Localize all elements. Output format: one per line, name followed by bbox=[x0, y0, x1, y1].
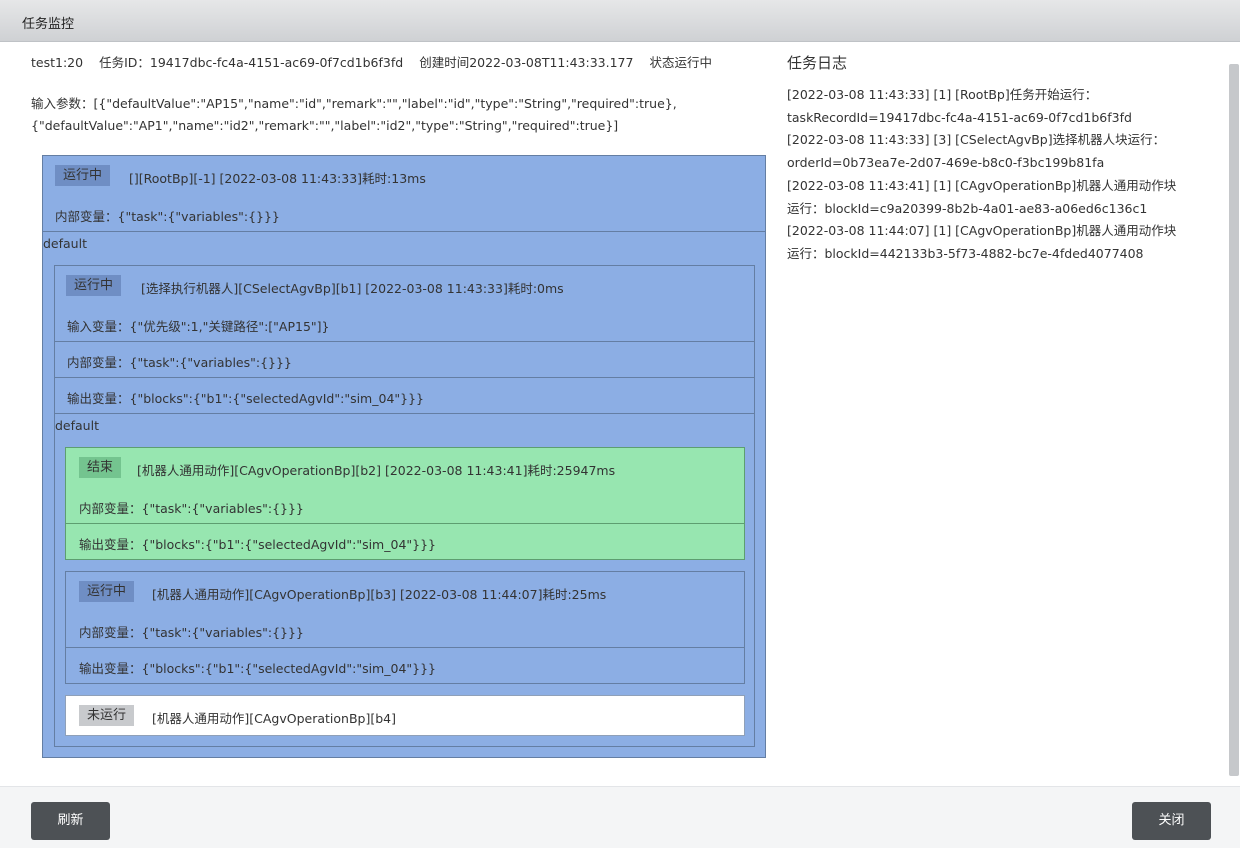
output-variables: 输出变量：{"blocks":{"b1":{"selectedAgvId":"s… bbox=[67, 391, 425, 406]
close-button[interactable]: 关闭 bbox=[1132, 802, 1211, 840]
task-input-params: 输入参数：[{"defaultValue":"AP15","name":"id"… bbox=[31, 93, 771, 137]
log-line: [2022-03-08 11:44:07] [1] [CAgvOperation… bbox=[787, 223, 1177, 239]
refresh-button[interactable]: 刷新 bbox=[31, 802, 110, 840]
log-line: [2022-03-08 11:43:33] [1] [RootBp]任务开始运行… bbox=[787, 87, 1098, 102]
internal-variables: 内部变量：{"task":{"variables":{}}} bbox=[55, 209, 280, 224]
log-line: 运行：blockId=442133b3-5f73-4882-bc7e-4fded… bbox=[787, 245, 1144, 261]
block-b1: 运行中 [选择执行机器人][CSelectAgvBp][b1] [2022-03… bbox=[54, 265, 755, 747]
task-log-title: 任务日志 bbox=[787, 54, 848, 72]
status-badge: 未运行 bbox=[79, 705, 135, 726]
block-b1-output: 输出变量：{"blocks":{"b1":{"selectedAgvId":"s… bbox=[55, 378, 754, 414]
branch-label: default bbox=[43, 236, 87, 251]
task-log: [2022-03-08 11:43:33] [1] [RootBp]任务开始运行… bbox=[787, 84, 1207, 266]
task-name: test1:20 bbox=[31, 55, 84, 70]
log-line: [2022-03-08 11:43:33] [3] [CSelectAgvBp]… bbox=[787, 132, 1166, 148]
log-line: orderId=0b73ea7e-2d07-469e-b8c0-f3bc199b… bbox=[787, 155, 1105, 171]
block-b2: 结束 [机器人通用动作][CAgvOperationBp][b2] [2022-… bbox=[65, 447, 745, 560]
block-title: [][RootBp][-1] [2022-03-08 11:43:33]耗时:1… bbox=[129, 171, 426, 186]
block-b2-header: 结束 [机器人通用动作][CAgvOperationBp][b2] [2022-… bbox=[66, 448, 744, 524]
footer-bar: 刷新 关闭 bbox=[0, 786, 1240, 848]
block-b1-header: 运行中 [选择执行机器人][CSelectAgvBp][b1] [2022-03… bbox=[55, 266, 754, 342]
log-line: [2022-03-08 11:43:41] [1] [CAgvOperation… bbox=[787, 177, 1177, 193]
output-variables: 输出变量：{"blocks":{"b1":{"selectedAgvId":"s… bbox=[79, 661, 437, 676]
internal-variables: 内部变量：{"task":{"variables":{}}} bbox=[67, 355, 292, 370]
status-badge: 运行中 bbox=[66, 275, 122, 296]
log-line: 运行：blockId=c9a20399-8b2b-4a01-ae83-a06ed… bbox=[787, 200, 1148, 216]
block-b3: 运行中 [机器人通用动作][CAgvOperationBp][b3] [2022… bbox=[65, 571, 745, 684]
status-badge: 结束 bbox=[79, 457, 122, 478]
block-b4: 未运行 [机器人通用动作][CAgvOperationBp][b4] bbox=[65, 695, 745, 736]
vertical-scrollbar[interactable] bbox=[1229, 64, 1239, 776]
root-block-header: 运行中 [][RootBp][-1] [2022-03-08 11:43:33]… bbox=[43, 156, 765, 232]
block-title: [机器人通用动作][CAgvOperationBp][b4] bbox=[152, 711, 396, 726]
window-title: 任务监控 bbox=[22, 17, 75, 32]
log-line: taskRecordId=19417dbc-fc4a-4151-ac69-0f7… bbox=[787, 109, 1132, 125]
task-info-line: test1:20 任务ID：19417dbc-fc4a-4151-ac69-0f… bbox=[31, 52, 771, 71]
params-line-2: {"defaultValue":"AP1","name":"id2","rema… bbox=[31, 118, 619, 133]
internal-variables: 内部变量：{"task":{"variables":{}}} bbox=[79, 501, 304, 516]
block-title: [机器人通用动作][CAgvOperationBp][b3] [2022-03-… bbox=[152, 587, 607, 602]
block-title: [选择执行机器人][CSelectAgvBp][b1] [2022-03-08 … bbox=[141, 281, 564, 296]
task-id: 任务ID：19417dbc-fc4a-4151-ac69-0f7cd1b6f3f… bbox=[99, 55, 404, 70]
status-badge: 运行中 bbox=[79, 581, 135, 602]
task-status: 状态运行中 bbox=[649, 55, 712, 70]
output-variables: 输出变量：{"blocks":{"b1":{"selectedAgvId":"s… bbox=[79, 537, 437, 552]
block-b3-header: 运行中 [机器人通用动作][CAgvOperationBp][b3] [2022… bbox=[66, 572, 744, 648]
root-block: 运行中 [][RootBp][-1] [2022-03-08 11:43:33]… bbox=[42, 155, 766, 758]
window-titlebar: 任务监控 bbox=[0, 0, 1240, 42]
block-title: [机器人通用动作][CAgvOperationBp][b2] [2022-03-… bbox=[137, 463, 616, 478]
block-b1-internal: 内部变量：{"task":{"variables":{}}} bbox=[55, 342, 754, 378]
branch-label: default bbox=[55, 418, 99, 433]
internal-variables: 内部变量：{"task":{"variables":{}}} bbox=[79, 625, 304, 640]
params-line-1: 输入参数：[{"defaultValue":"AP15","name":"id"… bbox=[31, 96, 677, 111]
task-created-time: 创建时间2022-03-08T11:43:33.177 bbox=[419, 55, 634, 70]
status-badge: 运行中 bbox=[55, 165, 111, 186]
input-variables: 输入变量：{"优先级":1,"关键路径":["AP15"]} bbox=[67, 319, 330, 334]
